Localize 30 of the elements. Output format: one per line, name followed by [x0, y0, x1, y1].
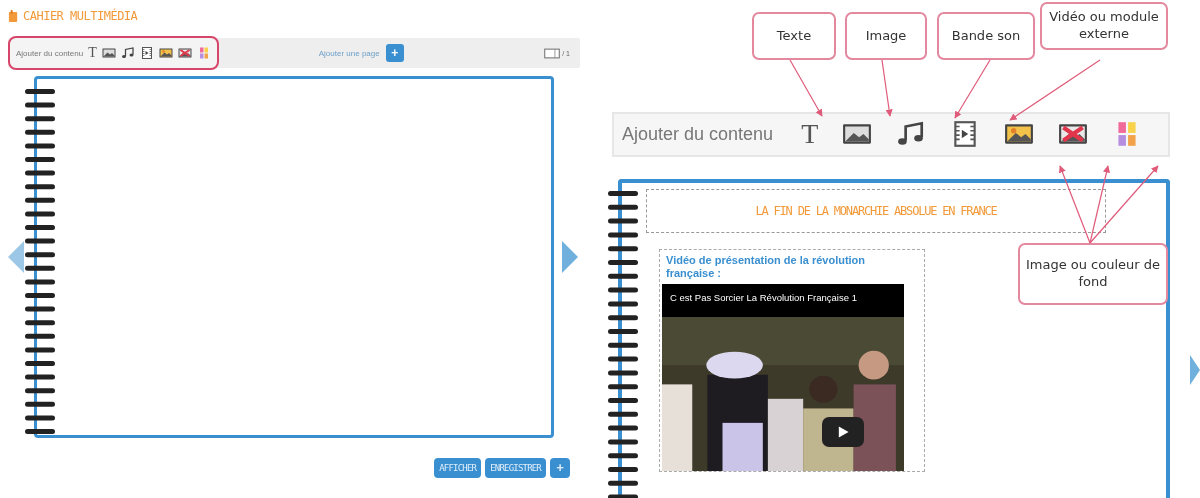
toolbar-label: Ajouter du contenu	[622, 123, 774, 145]
video-block-title: Vidéo de présentation de la révolution française :	[665, 253, 867, 280]
image-icon[interactable]	[177, 47, 192, 59]
leader-line	[954, 59, 991, 119]
add-button[interactable]: +	[550, 458, 570, 478]
callout-label: Bande son	[937, 12, 1035, 60]
image-icon[interactable]	[158, 47, 173, 59]
leader-line	[881, 59, 893, 117]
play-button[interactable]	[822, 416, 864, 447]
section-title: CAHIER MULTIMÉDIA	[23, 9, 138, 23]
notebook-icon	[8, 9, 19, 23]
callout-label: Vidéo ou module externe	[1040, 2, 1168, 50]
add-page-button[interactable]: +	[385, 44, 404, 62]
callout-label: Image	[845, 12, 927, 60]
action-button[interactable]: AFFICHER	[434, 458, 482, 478]
add-page-label: Ajouter une page	[318, 48, 380, 58]
film-icon[interactable]	[139, 47, 154, 59]
add-text-button[interactable]: T	[801, 120, 819, 149]
page-title: LA FIN DE LA MONARCHIE ABSOLUE EN FRANCE	[755, 203, 997, 218]
page-icon	[544, 47, 561, 59]
add-text-button[interactable]: T	[88, 46, 97, 60]
action-button[interactable]: ENREGISTRER	[485, 458, 546, 478]
image-icon[interactable]	[101, 47, 116, 59]
callout-label: Image ou couleur de fond	[1018, 243, 1168, 305]
leader-line	[789, 59, 823, 117]
callout-label: Texte	[752, 12, 836, 60]
toolbar-label: Ajouter du contenu	[16, 48, 84, 58]
play-icon	[836, 424, 850, 439]
music-note-icon[interactable]	[120, 47, 135, 59]
video-title: C est Pas Sorcier La Révolution Française 1	[669, 290, 858, 305]
